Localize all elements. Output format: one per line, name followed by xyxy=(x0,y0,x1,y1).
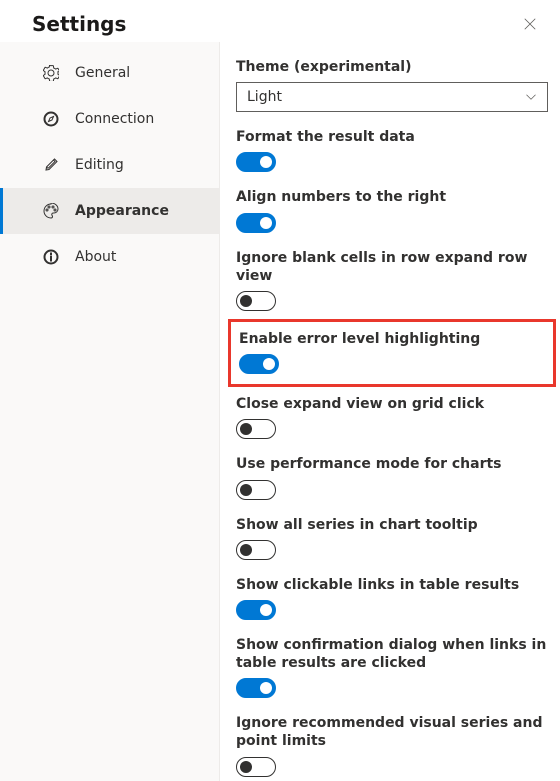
toggle-knob xyxy=(260,217,272,229)
setting-format_result: Format the result data xyxy=(236,128,548,172)
sidebar-item-editing[interactable]: Editing xyxy=(0,142,219,188)
toggle-knob xyxy=(240,295,252,307)
toggle-align_numbers[interactable] xyxy=(236,213,276,233)
theme-setting: Theme (experimental) Light xyxy=(236,58,548,112)
settings-content: Theme (experimental) Light Format the resu… xyxy=(220,42,560,781)
setting-align_numbers: Align numbers to the right xyxy=(236,188,548,232)
setting-label-ignore_blank: Ignore blank cells in row expand row vie… xyxy=(236,249,548,285)
toggle-clickable_links[interactable] xyxy=(236,600,276,620)
palette-icon xyxy=(43,203,59,219)
toggle-error_highlight[interactable] xyxy=(239,354,279,374)
pencil-icon xyxy=(43,157,59,173)
sidebar-item-label: Connection xyxy=(75,111,154,127)
setting-ignore_limits: Ignore recommended visual series and poi… xyxy=(236,714,548,776)
close-button[interactable] xyxy=(518,12,542,36)
toggle-knob xyxy=(240,484,252,496)
compass-icon xyxy=(43,111,59,127)
toggle-knob xyxy=(240,423,252,435)
setting-label-perf_charts: Use performance mode for charts xyxy=(236,455,548,473)
setting-series_tooltip: Show all series in chart tooltip xyxy=(236,516,548,560)
close-icon xyxy=(523,17,537,31)
setting-perf_charts: Use performance mode for charts xyxy=(236,455,548,499)
theme-dropdown-value: Light xyxy=(247,89,282,105)
settings-sidebar: General Connection Editing Appearance About xyxy=(0,42,220,781)
setting-label-series_tooltip: Show all series in chart tooltip xyxy=(236,516,548,534)
toggle-knob xyxy=(240,544,252,556)
setting-label-align_numbers: Align numbers to the right xyxy=(236,188,548,206)
toggle-perf_charts[interactable] xyxy=(236,480,276,500)
setting-label-error_highlight: Enable error level highlighting xyxy=(239,330,545,348)
setting-label-confirm_links: Show confirmation dialog when links in t… xyxy=(236,636,548,672)
setting-label-ignore_limits: Ignore recommended visual series and poi… xyxy=(236,714,548,750)
info-icon xyxy=(43,249,59,265)
toggle-knob xyxy=(263,358,275,370)
setting-label-clickable_links: Show clickable links in table results xyxy=(236,576,548,594)
sidebar-item-about[interactable]: About xyxy=(0,234,219,280)
setting-error_highlight: Enable error level highlighting xyxy=(228,319,556,387)
setting-confirm_links: Show confirmation dialog when links in t… xyxy=(236,636,548,698)
toggle-format_result[interactable] xyxy=(236,152,276,172)
chevron-down-icon xyxy=(525,91,537,103)
toggle-close_expand[interactable] xyxy=(236,419,276,439)
sidebar-item-label: Appearance xyxy=(75,203,169,219)
toggle-knob xyxy=(260,682,272,694)
sidebar-item-connection[interactable]: Connection xyxy=(0,96,219,142)
sidebar-item-label: About xyxy=(75,249,116,265)
gear-icon xyxy=(43,65,59,81)
sidebar-item-label: Editing xyxy=(75,157,124,173)
setting-close_expand: Close expand view on grid click xyxy=(236,395,548,439)
toggle-series_tooltip[interactable] xyxy=(236,540,276,560)
toggle-knob xyxy=(260,604,272,616)
sidebar-item-appearance[interactable]: Appearance xyxy=(0,188,219,234)
toggle-ignore_limits[interactable] xyxy=(236,757,276,777)
sidebar-item-general[interactable]: General xyxy=(0,50,219,96)
setting-clickable_links: Show clickable links in table results xyxy=(236,576,548,620)
theme-dropdown[interactable]: Light xyxy=(236,82,548,112)
setting-ignore_blank: Ignore blank cells in row expand row vie… xyxy=(236,249,548,311)
sidebar-item-label: General xyxy=(75,65,130,81)
toggle-knob xyxy=(240,761,252,773)
toggle-knob xyxy=(260,156,272,168)
settings-title: Settings xyxy=(32,12,126,36)
toggle-confirm_links[interactable] xyxy=(236,678,276,698)
setting-label-close_expand: Close expand view on grid click xyxy=(236,395,548,413)
setting-label-format_result: Format the result data xyxy=(236,128,548,146)
settings-header: Settings xyxy=(0,0,560,42)
toggle-ignore_blank[interactable] xyxy=(236,291,276,311)
theme-label: Theme (experimental) xyxy=(236,58,548,76)
